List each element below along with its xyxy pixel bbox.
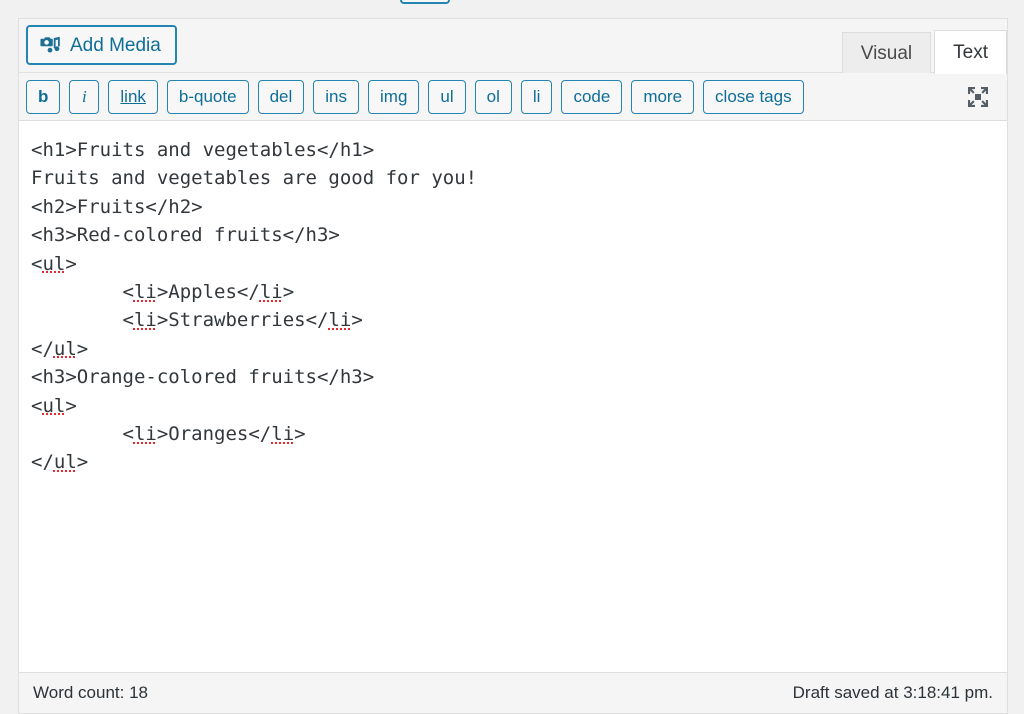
tab-text[interactable]: Text xyxy=(934,30,1007,74)
draft-saved-label: Draft saved at 3:18:41 pm. xyxy=(792,683,993,702)
quicktag-code-button[interactable]: code xyxy=(561,79,623,114)
quicktag-ul-button[interactable]: ul xyxy=(428,79,466,114)
quicktag-italic-button[interactable]: i xyxy=(69,79,100,114)
post-content-editor[interactable]: <h1>Fruits and vegetables</h1> Fruits an… xyxy=(19,122,1007,672)
quicktag-link-button[interactable]: link xyxy=(108,79,158,114)
editor-status-bar: Word count: 18 Draft saved at 3:18:41 pm… xyxy=(19,672,1007,713)
add-media-label: Add Media xyxy=(70,34,161,56)
quicktag-bold-button[interactable]: b xyxy=(26,79,61,114)
post-content-text[interactable]: <h1>Fruits and vegetables</h1> Fruits an… xyxy=(31,136,997,477)
quicktag-blockquote-button[interactable]: b-quote xyxy=(166,79,249,114)
quicktag-del-button[interactable]: del xyxy=(257,79,305,114)
admin-media-icon-svg xyxy=(40,36,60,53)
editor-mode-tabs: Visual Text xyxy=(839,29,1007,74)
tab-visual[interactable]: Visual xyxy=(841,32,932,74)
add-media-button[interactable]: Add Media xyxy=(26,25,177,65)
admin-media-icon xyxy=(39,34,61,56)
fullscreen-expand-button[interactable] xyxy=(963,82,993,112)
fullscreen-expand-icon xyxy=(968,87,988,107)
quicktag-li-button[interactable]: li xyxy=(520,79,553,114)
quicktag-close-tags-button[interactable]: close tags xyxy=(703,79,804,114)
clipped-button-above xyxy=(400,0,450,4)
editor-media-row: Add Media Visual Text xyxy=(19,19,1007,74)
quicktags-toolbar: b i link b-quote del ins img ul ol li co… xyxy=(19,73,1007,121)
quicktag-ol-button[interactable]: ol xyxy=(474,79,512,114)
quicktag-more-button[interactable]: more xyxy=(631,79,695,114)
word-count-label: Word count: 18 xyxy=(33,683,148,702)
quicktag-ins-button[interactable]: ins xyxy=(313,79,359,114)
quicktag-img-button[interactable]: img xyxy=(368,79,420,114)
post-editor-panel: Add Media Visual Text b i link b-quote d… xyxy=(18,18,1008,714)
